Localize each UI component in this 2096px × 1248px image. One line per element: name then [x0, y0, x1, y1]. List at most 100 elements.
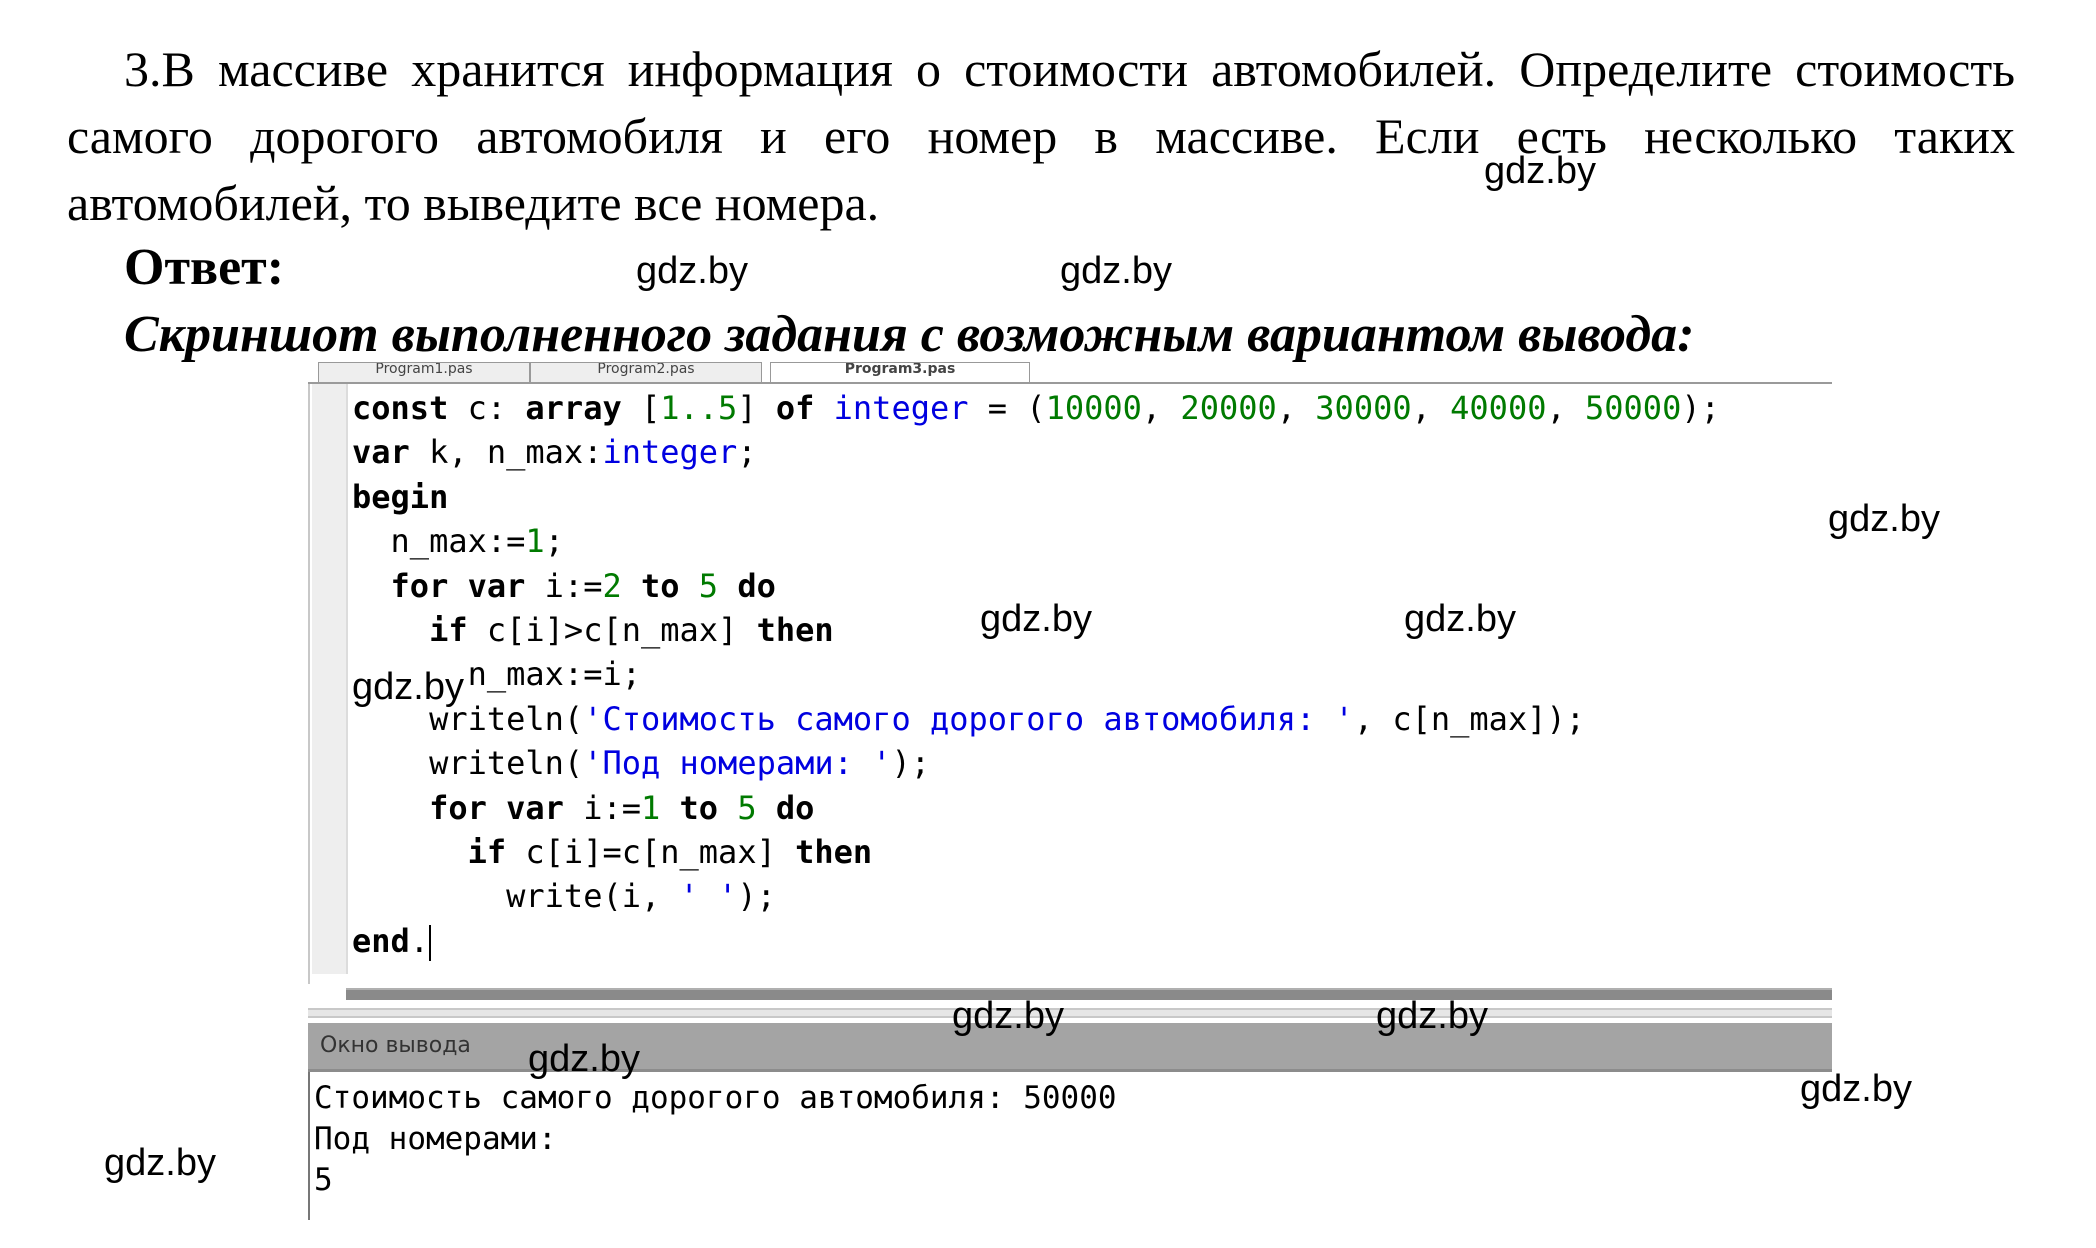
code-line[interactable]: var k, n_max:integer; [352, 430, 1720, 474]
number-literal: 2 [602, 566, 622, 605]
code-token: write(i, [352, 877, 680, 916]
watermark: gdz.by [1060, 250, 1172, 292]
watermark: gdz.by [528, 1038, 640, 1080]
code-line[interactable]: writeln('Под номерами: '); [352, 741, 1720, 785]
tab-program3[interactable]: Program3.pas [770, 362, 1030, 382]
code-token: writeln( [352, 744, 584, 783]
number-literal: 50000 [1585, 389, 1682, 427]
watermark: gdz.by [636, 250, 748, 292]
code-token: = ( [968, 389, 1046, 427]
output-line: Стоимость самого дорогого автомобиля: 50… [314, 1080, 1117, 1116]
keyword: array [525, 389, 622, 427]
code-token: , [1276, 389, 1316, 427]
code-token: ); [1681, 389, 1720, 427]
code-token: i:= [563, 788, 641, 827]
code-token: ; [737, 433, 757, 472]
code-line[interactable]: const c: array [1..5] of integer = (1000… [352, 386, 1720, 430]
watermark: gdz.by [1800, 1068, 1912, 1110]
keyword: to [640, 566, 680, 605]
answer-label: Ответ: [124, 239, 285, 296]
output-window: Стоимость самого дорогого автомобиля: 50… [308, 1072, 1834, 1220]
code-token: . [409, 921, 430, 960]
watermark: gdz.by [352, 666, 464, 708]
code-token: c[i]=c[n_max] [506, 833, 796, 872]
keyword: to [679, 788, 719, 827]
keyword: if [467, 833, 507, 872]
type-name: integer [602, 433, 738, 472]
code-text[interactable]: const c: array [1..5] of integer = (1000… [352, 386, 1720, 963]
number-literal: 5 [698, 566, 719, 605]
horizontal-scrollbar[interactable] [346, 988, 1832, 1000]
task-text: 3.В массиве хранится информация о стоимо… [67, 41, 2015, 231]
watermark: gdz.by [980, 598, 1092, 640]
output-line: 5 [314, 1162, 333, 1198]
string-literal: 'Стоимость самого дорогого автомобиля: ' [583, 699, 1354, 738]
tab-program2[interactable]: Program2.pas [530, 362, 762, 382]
output-line: Под номерами: [314, 1121, 557, 1157]
screenshot-caption: Скриншот выполненного задания с возможны… [124, 306, 1695, 363]
editor-gutter [312, 384, 348, 974]
keyword: var [506, 788, 564, 827]
code-line[interactable]: end. [352, 919, 1720, 963]
code-line[interactable]: if c[i]=c[n_max] then [352, 830, 1720, 874]
number-literal: 1..5 [660, 389, 738, 427]
keyword: then [795, 833, 873, 872]
number-literal: 10000 [1045, 389, 1142, 427]
keyword: var [352, 433, 410, 472]
watermark: gdz.by [952, 995, 1064, 1037]
output-text: Стоимость самого дорогого автомобиля: 50… [314, 1078, 1117, 1201]
code-line[interactable]: write(i, ' '); [352, 874, 1720, 918]
code-token: ; [544, 522, 564, 561]
code-token: , [1411, 389, 1451, 427]
tab-program1[interactable]: Program1.pas [318, 362, 530, 382]
code-token: ); [891, 744, 930, 783]
code-line[interactable]: for var i:=1 to 5 do [352, 786, 1720, 830]
code-token: n_max:= [352, 522, 526, 561]
code-token: i:= [525, 566, 603, 605]
keyword: end [352, 921, 410, 960]
keyword: var [467, 566, 526, 605]
keyword: begin [352, 477, 449, 516]
number-literal: 20000 [1180, 389, 1277, 427]
ide-screenshot: Program1.pas Program2.pas Program3.pas c… [308, 360, 1834, 1220]
type-name: integer [833, 389, 969, 427]
code-editor[interactable]: const c: array [1..5] of integer = (1000… [308, 384, 1834, 984]
watermark: gdz.by [104, 1142, 216, 1184]
code-line[interactable]: writeln('Стоимость самого дорогого автом… [352, 697, 1720, 741]
code-token: , [1141, 389, 1181, 427]
string-literal: ' ' [679, 877, 738, 916]
code-line[interactable]: n_max:=i; [352, 652, 1720, 696]
keyword: for [429, 788, 487, 827]
watermark: gdz.by [1376, 995, 1488, 1037]
watermark: gdz.by [1484, 150, 1596, 192]
text-cursor [429, 924, 432, 961]
number-literal: 40000 [1450, 389, 1547, 427]
code-token: k, n_max: [409, 433, 603, 472]
keyword: do [775, 788, 815, 827]
number-literal: 5 [737, 788, 757, 827]
keyword: do [737, 566, 776, 605]
code-token: , [1546, 389, 1585, 427]
keyword: then [756, 611, 834, 650]
code-token: [ [621, 389, 661, 427]
keyword: const [352, 389, 449, 427]
panel-splitter[interactable] [308, 1008, 1832, 1018]
code-line[interactable]: n_max:=1; [352, 519, 1720, 563]
code-line[interactable]: begin [352, 475, 1720, 519]
code-token: ); [737, 877, 776, 916]
string-literal: 'Под номерами: ' [583, 744, 892, 783]
code-token: ] [737, 389, 776, 427]
keyword: of [775, 389, 815, 427]
number-literal: 1 [525, 522, 545, 561]
code-token: c[i]>c[n_max] [467, 611, 757, 650]
